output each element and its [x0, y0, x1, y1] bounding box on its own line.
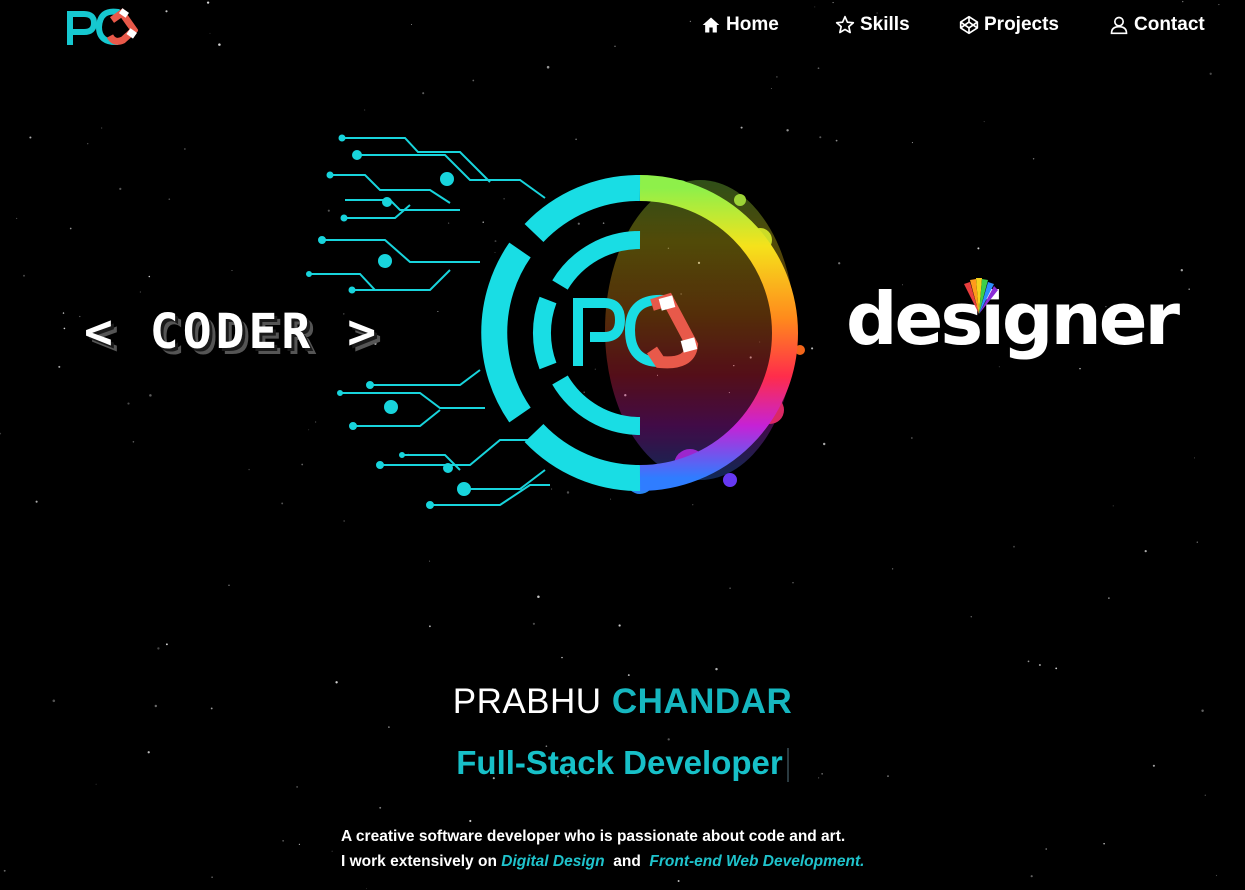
circuit-logo-graphic	[306, 134, 805, 509]
highlight-frontend-dev: Front-end Web Development.	[649, 853, 865, 870]
about-line-1: A creative software developer who is pas…	[341, 828, 846, 845]
nav-contact-label: Contact	[1134, 14, 1205, 35]
nav-skills-label: Skills	[860, 14, 910, 35]
nav-projects-label: Projects	[984, 14, 1059, 35]
designer-label: designer	[846, 277, 1180, 361]
nav-contact[interactable]: Contact	[1109, 12, 1205, 38]
star-icon	[835, 15, 855, 34]
highlight-digital-design: Digital Design	[501, 853, 605, 870]
main-nav: Home Skills Projects Contact	[645, 12, 1245, 38]
first-name: PRABHU	[452, 682, 602, 721]
user-icon	[1110, 16, 1128, 35]
nav-home-label: Home	[726, 14, 779, 35]
pc-logo[interactable]	[66, 6, 138, 48]
color-fan-icon	[964, 278, 998, 314]
role-title: Full-Stack Developer	[0, 744, 1245, 783]
nav-projects[interactable]: Projects	[959, 12, 1059, 38]
typing-cursor	[786, 748, 789, 783]
about-text: A creative software developer who is pas…	[341, 824, 864, 874]
nav-home[interactable]: Home	[701, 12, 779, 38]
about-line-2-prefix: I work extensively on	[341, 853, 497, 870]
about-line-2: I work extensively on Digital Design and…	[341, 849, 864, 874]
home-icon	[702, 17, 720, 33]
about-connector: and	[613, 853, 641, 870]
codepen-icon	[959, 15, 979, 35]
role-text: Full-Stack Developer	[456, 744, 783, 781]
nav-skills[interactable]: Skills	[835, 12, 910, 38]
last-name: CHANDAR	[611, 682, 793, 721]
full-name: PRABHU CHANDAR	[0, 682, 1245, 722]
